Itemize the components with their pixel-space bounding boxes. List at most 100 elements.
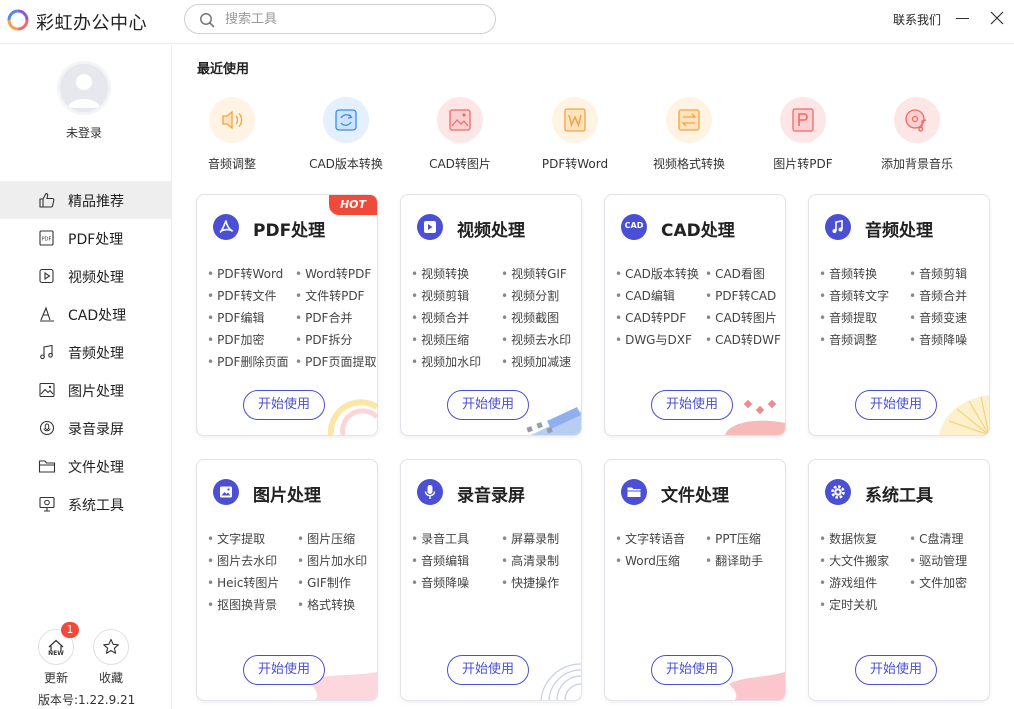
feature-item[interactable]: DWG与DXF (615, 331, 692, 348)
recent-item-video-convert[interactable]: 视频格式转换 (632, 97, 746, 172)
card-audio[interactable]: 音频处理 音频转换 音频剪辑 音频转文字 音频合并 音频提取 音频变速 音频调整… (808, 194, 990, 436)
start-button[interactable]: 开始使用 (855, 390, 937, 420)
feature-item[interactable]: 屏幕录制 (501, 530, 559, 547)
contact-us-link[interactable]: 联系我们 (893, 11, 941, 28)
start-button[interactable]: 开始使用 (855, 655, 937, 685)
feature-item[interactable]: 音频编辑 (411, 552, 469, 569)
feature-item[interactable]: PDF合并 (295, 309, 352, 326)
recent-item-cad-image[interactable]: CAD转图片 (403, 97, 517, 172)
card-record[interactable]: 录音录屏 录音工具 屏幕录制 音频编辑 高清录制 音频降噪 快捷操作 开始使用 (400, 459, 582, 701)
feature-item[interactable]: GIF制作 (297, 574, 351, 591)
feature-item[interactable]: 抠图换背景 (207, 596, 277, 613)
feature-item[interactable]: 视频分割 (501, 287, 559, 304)
login-status[interactable]: 未登录 (0, 124, 168, 141)
favorite-button[interactable]: 收藏 (91, 629, 131, 686)
feature-item[interactable]: PDF拆分 (295, 331, 352, 348)
feature-item[interactable]: CAD编辑 (615, 287, 675, 304)
feature-item[interactable]: 驱动管理 (909, 552, 967, 569)
feature-item[interactable]: 视频截图 (501, 309, 559, 326)
start-button[interactable]: 开始使用 (447, 390, 529, 420)
feature-item[interactable]: PDF转CAD (705, 287, 776, 304)
sidebar-item-image[interactable]: 图片处理 (0, 371, 172, 409)
feature-item[interactable]: PPT压缩 (705, 530, 761, 547)
feature-item[interactable]: PDF删除页面 (207, 353, 288, 370)
sidebar-item-pdf[interactable]: PDF PDF处理 (0, 219, 172, 257)
feature-item[interactable]: CAD看图 (705, 265, 765, 282)
feature-item[interactable]: C盘清理 (909, 530, 963, 547)
feature-item[interactable]: 音频调整 (819, 331, 877, 348)
feature-item[interactable]: 视频压缩 (411, 331, 469, 348)
sidebar-item-record[interactable]: 录音录屏 (0, 409, 172, 447)
feature-item[interactable]: 文件转PDF (295, 287, 364, 304)
update-button[interactable]: NEW 1 更新 (36, 622, 79, 686)
feature-item[interactable]: PDF页面提取 (295, 353, 376, 370)
feature-item[interactable]: CAD转PDF (615, 309, 686, 326)
start-button[interactable]: 开始使用 (447, 655, 529, 685)
feature-item[interactable]: 视频合并 (411, 309, 469, 326)
start-button[interactable]: 开始使用 (243, 655, 325, 685)
minimize-button[interactable] (956, 10, 970, 26)
sidebar-item-video[interactable]: 视频处理 (0, 257, 172, 295)
feature-item[interactable]: 文件加密 (909, 574, 967, 591)
feature-item[interactable]: 定时关机 (819, 596, 877, 613)
feature-item[interactable]: CAD转DWF (705, 331, 781, 348)
feature-item[interactable]: 音频提取 (819, 309, 877, 326)
feature-item[interactable]: 音频变速 (909, 309, 967, 326)
feature-item[interactable]: Heic转图片 (207, 574, 279, 591)
card-image[interactable]: 图片处理 文字提取 图片压缩 图片去水印 图片加水印 Heic转图片 GIF制作… (196, 459, 378, 701)
feature-item[interactable]: 图片压缩 (297, 530, 355, 547)
feature-item[interactable]: 视频转换 (411, 265, 469, 282)
start-button[interactable]: 开始使用 (651, 390, 733, 420)
feature-item[interactable]: 音频转换 (819, 265, 877, 282)
recent-item-pdf-word[interactable]: PDF转Word (518, 97, 632, 172)
feature-item[interactable]: 音频降噪 (411, 574, 469, 591)
recent-item-cad-convert[interactable]: CAD版本转换 (289, 97, 403, 172)
feature-item[interactable]: 图片去水印 (207, 552, 277, 569)
feature-item[interactable]: 文字提取 (207, 530, 265, 547)
feature-item[interactable]: 音频合并 (909, 287, 967, 304)
feature-item[interactable]: 录音工具 (411, 530, 469, 547)
card-cad[interactable]: CAD CAD处理 CAD版本转换 CAD看图 CAD编辑 PDF转CAD CA… (604, 194, 786, 436)
sidebar-item-system[interactable]: 系统工具 (0, 485, 172, 523)
feature-item[interactable]: Word压缩 (615, 552, 680, 569)
sidebar-item-audio[interactable]: 音频处理 (0, 333, 172, 371)
search-box[interactable] (184, 4, 496, 34)
sidebar-item-recommended[interactable]: 精品推荐 (0, 181, 172, 219)
feature-item[interactable]: 高清录制 (501, 552, 559, 569)
recent-item-image-pdf[interactable]: 图片转PDF (746, 97, 860, 172)
recent-item-audio-adjust[interactable]: 音频调整 (175, 97, 289, 172)
feature-item[interactable]: PDF加密 (207, 331, 264, 348)
recent-item-bg-music[interactable]: 添加背景音乐 (860, 97, 974, 172)
card-video[interactable]: 视频处理 视频转换 视频转GIF 视频剪辑 视频分割 视频合并 视频截图 视频压… (400, 194, 582, 436)
card-pdf[interactable]: HOT PDF处理 PDF转Word Word转PDF PDF转文件 文件转PD… (196, 194, 378, 436)
search-input[interactable] (225, 10, 475, 28)
feature-item[interactable]: 视频加水印 (411, 353, 481, 370)
feature-item[interactable]: 快捷操作 (501, 574, 559, 591)
feature-item[interactable]: 音频剪辑 (909, 265, 967, 282)
feature-item[interactable]: 翻译助手 (705, 552, 763, 569)
feature-item[interactable]: 视频剪辑 (411, 287, 469, 304)
close-button[interactable] (990, 11, 1004, 25)
feature-item[interactable]: 图片加水印 (297, 552, 367, 569)
feature-item[interactable]: 音频降噪 (909, 331, 967, 348)
feature-item[interactable]: Word转PDF (295, 265, 371, 282)
feature-item[interactable]: 文字转语音 (615, 530, 685, 547)
card-system[interactable]: 系统工具 数据恢复 C盘清理 大文件搬家 驱动管理 游戏组件 文件加密 定时关机… (808, 459, 990, 701)
feature-item[interactable]: 视频去水印 (501, 331, 571, 348)
feature-item[interactable]: PDF转文件 (207, 287, 276, 304)
feature-item[interactable]: 游戏组件 (819, 574, 877, 591)
feature-item[interactable]: CAD转图片 (705, 309, 777, 326)
avatar[interactable] (57, 61, 111, 115)
feature-item[interactable]: 视频加减速 (501, 353, 571, 370)
feature-item[interactable]: 数据恢复 (819, 530, 877, 547)
feature-item[interactable]: 格式转换 (297, 596, 355, 613)
feature-item[interactable]: PDF编辑 (207, 309, 264, 326)
sidebar-item-file[interactable]: 文件处理 (0, 447, 172, 485)
card-file[interactable]: 文件处理 文字转语音 PPT压缩 Word压缩 翻译助手 开始使用 (604, 459, 786, 701)
feature-item[interactable]: CAD版本转换 (615, 265, 699, 282)
feature-item[interactable]: 视频转GIF (501, 265, 567, 282)
feature-item[interactable]: PDF转Word (207, 265, 283, 282)
sidebar-item-cad[interactable]: CAD处理 (0, 295, 172, 333)
start-button[interactable]: 开始使用 (651, 655, 733, 685)
feature-item[interactable]: 音频转文字 (819, 287, 889, 304)
